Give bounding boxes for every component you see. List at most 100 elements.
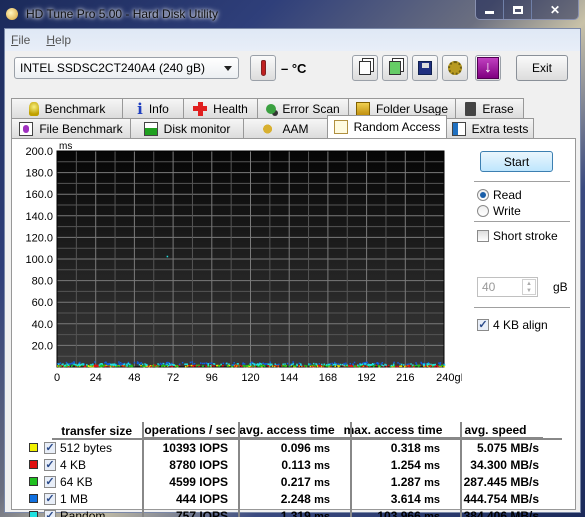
series-checkbox[interactable]: ✓ xyxy=(44,441,56,454)
tab-extra-tests[interactable]: Extra tests xyxy=(446,118,534,138)
data-point xyxy=(105,361,107,364)
minimize-button[interactable] xyxy=(476,0,504,19)
save-button[interactable] xyxy=(412,55,438,81)
data-point xyxy=(308,363,310,365)
short-stroke-size-input[interactable]: 40 ▲ ▼ xyxy=(477,277,538,297)
tab-aam[interactable]: AAM xyxy=(243,118,328,138)
tab-file-benchmark[interactable]: File Benchmark xyxy=(11,118,131,138)
tab-erase[interactable]: Erase xyxy=(455,98,524,118)
data-point xyxy=(374,364,376,367)
data-point xyxy=(118,361,120,363)
data-point xyxy=(202,365,205,367)
exit-button[interactable]: Exit xyxy=(516,55,568,81)
align-checkbox[interactable]: ✓ xyxy=(477,319,489,331)
data-point xyxy=(269,363,271,365)
drive-select-value: INTEL SSDSC2CT240A4 (240 gB) xyxy=(20,61,205,75)
tab-label: Info xyxy=(148,101,169,116)
y-tick-label: 160.0 xyxy=(25,189,53,201)
data-point xyxy=(276,363,278,366)
health-icon xyxy=(193,101,208,116)
data-point xyxy=(84,365,87,368)
tab-health[interactable]: Health xyxy=(183,98,258,118)
avg-access-value: 2.248 xyxy=(280,491,311,506)
data-point xyxy=(168,362,171,365)
copy-text-button[interactable] xyxy=(352,55,378,81)
maximize-button[interactable] xyxy=(504,0,532,19)
write-option[interactable]: Write xyxy=(477,204,521,218)
tab-info[interactable]: i Info xyxy=(122,98,184,118)
data-point xyxy=(161,365,163,368)
copy-screenshot-button[interactable] xyxy=(382,55,408,81)
x-tick-label: 0 xyxy=(54,372,60,384)
title-bar: HD Tune Pro 5.00 - Hard Disk Utility ✕ xyxy=(0,0,585,28)
tab-label: Erase xyxy=(482,101,514,116)
data-point xyxy=(71,362,74,364)
data-point xyxy=(207,365,209,368)
close-icon: ✕ xyxy=(549,2,561,17)
data-point xyxy=(372,363,375,366)
options-button[interactable] xyxy=(442,55,468,81)
data-point xyxy=(147,365,150,367)
data-point xyxy=(293,365,295,367)
data-point xyxy=(322,364,325,367)
data-point xyxy=(434,365,436,368)
data-point xyxy=(328,363,331,366)
start-button[interactable]: Start xyxy=(480,151,553,172)
series-checkbox[interactable]: ✓ xyxy=(44,509,56,517)
spin-buttons[interactable]: ▲ ▼ xyxy=(522,279,536,295)
data-point xyxy=(169,364,172,366)
temperature-button[interactable] xyxy=(250,55,276,81)
data-point xyxy=(379,365,382,368)
data-point xyxy=(325,364,328,366)
spin-up-icon[interactable]: ▲ xyxy=(526,281,532,287)
window-controls: ✕ xyxy=(475,0,579,20)
x-tick-label: 240gB xyxy=(436,372,462,384)
tab-label: File Benchmark xyxy=(39,121,123,136)
write-label: Write xyxy=(493,204,521,218)
data-point xyxy=(91,365,93,367)
tab-random-access[interactable]: Random Access xyxy=(327,115,447,138)
series-checkbox[interactable]: ✓ xyxy=(44,492,56,505)
data-point xyxy=(249,364,252,366)
short-stroke-option[interactable]: Short stroke xyxy=(477,229,558,243)
data-point xyxy=(319,364,322,367)
avg-access-cell: 0.217 ms xyxy=(236,475,338,489)
header-ops: operations / sec xyxy=(144,422,236,439)
menu-help[interactable]: Help xyxy=(46,33,71,47)
y-tick-label: 100.0 xyxy=(25,254,53,266)
data-point xyxy=(339,363,342,366)
read-radio[interactable] xyxy=(477,189,489,201)
align-option[interactable]: ✓ 4 KB align xyxy=(477,318,548,332)
data-point xyxy=(244,365,246,367)
transfer-size-label: 4 KB xyxy=(60,457,87,472)
data-point xyxy=(400,363,403,366)
data-point xyxy=(203,362,206,365)
data-point xyxy=(234,364,237,367)
menu-file[interactable]: File xyxy=(11,33,30,47)
result-row: ✓ 512 bytes 10393 IOPS 0.096 ms 0.318 ms 5.07… xyxy=(26,439,566,456)
unit-label: ms xyxy=(424,510,440,517)
short-stroke-checkbox[interactable] xyxy=(477,230,489,242)
close-button[interactable]: ✕ xyxy=(532,0,578,19)
data-point xyxy=(267,365,269,367)
data-point xyxy=(123,363,125,366)
x-tick-label: 216 xyxy=(396,372,414,384)
spin-down-icon[interactable]: ▼ xyxy=(526,288,532,294)
data-point xyxy=(426,365,429,367)
write-radio[interactable] xyxy=(477,205,489,217)
drive-select[interactable]: INTEL SSDSC2CT240A4 (240 gB) xyxy=(14,57,239,79)
tab-benchmark[interactable]: Benchmark xyxy=(11,98,123,118)
data-point xyxy=(86,364,88,366)
data-point xyxy=(211,362,213,365)
data-point xyxy=(92,363,94,366)
data-point xyxy=(369,364,371,366)
download-button[interactable]: ↓ xyxy=(475,55,501,81)
series-checkbox[interactable]: ✓ xyxy=(44,458,56,471)
data-point xyxy=(375,364,378,367)
data-point xyxy=(403,365,406,368)
read-option[interactable]: Read xyxy=(477,188,522,202)
tab-disk-monitor[interactable]: Disk monitor xyxy=(130,118,244,138)
data-point xyxy=(393,361,395,364)
divider xyxy=(474,181,570,182)
series-checkbox[interactable]: ✓ xyxy=(44,475,56,488)
